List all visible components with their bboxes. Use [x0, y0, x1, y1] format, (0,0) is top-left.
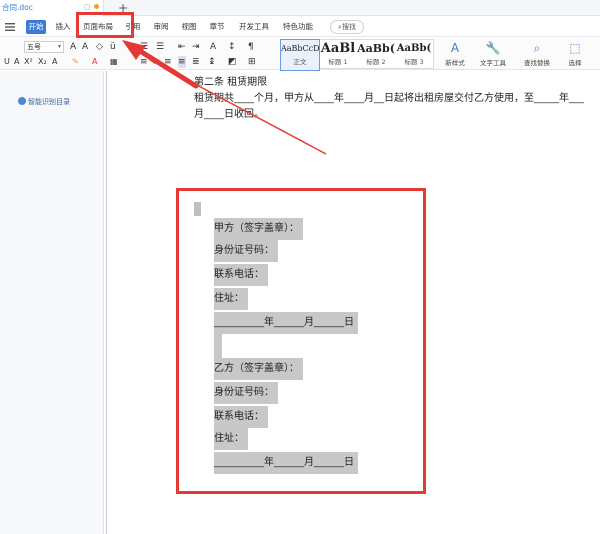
align-left-icon[interactable]: ≡ — [140, 56, 148, 68]
tab-insert[interactable]: 插入 — [54, 20, 72, 34]
tab-developer[interactable]: 开发工具 — [238, 20, 270, 34]
subscript-icon[interactable]: X₂ — [38, 56, 47, 68]
text-effect-icon[interactable]: A — [52, 56, 57, 68]
new-style-label: 新样式 — [445, 59, 465, 67]
clear-format-icon[interactable]: ◇ — [96, 41, 103, 53]
justify-icon[interactable]: ≡ — [178, 56, 186, 68]
cursor-icon: ⬚ — [569, 41, 581, 55]
ribbon-toolbar: 五号 ▾ A A ◇ ü U A X² X₂ A ✎ A ▦ ☰ ☰ ⇤ ⇥ A… — [0, 38, 600, 71]
style-heading-3[interactable]: AaBb( 标题 3 — [395, 40, 433, 70]
tab-chapter[interactable]: 章节 — [208, 20, 226, 34]
style-gallery: AaBbCcDd 正文 AaBl 标题 1 AaBb( 标题 2 AaBb( 标… — [280, 39, 434, 71]
style-preview: AaBbCcDd — [281, 44, 319, 53]
smart-toc-button[interactable]: 智能识别目录 — [18, 97, 70, 107]
document-tab-label: 合同.doc — [2, 3, 33, 12]
align-right-icon[interactable]: ≡ — [164, 56, 172, 68]
shading-icon[interactable]: ◩ — [228, 56, 237, 68]
text-tools-label: 文字工具 — [480, 59, 506, 67]
highlight-icon[interactable]: ✎ — [72, 56, 79, 68]
find-replace-label: 查找替换 — [524, 59, 550, 67]
style-name: 标题 1 — [328, 58, 348, 66]
select-label: 选择 — [568, 59, 582, 67]
shrink-font-icon[interactable]: A — [82, 41, 88, 53]
doc-line-lease-term-body: 租赁期共____个月，甲方从____年____月__日起将出租房屋交付乙方使用，… — [194, 93, 584, 104]
new-style-button[interactable]: A 新样式 — [436, 39, 474, 69]
style-preview: AaBb( — [357, 42, 395, 55]
style-name: 正文 — [293, 58, 307, 66]
style-preview: AaBl — [320, 41, 356, 56]
style-heading-1[interactable]: AaBl 标题 1 — [319, 40, 357, 70]
font-color-icon[interactable]: A — [92, 56, 97, 68]
navigation-pane: 智能识别目录 — [0, 71, 104, 534]
search-button[interactable]: ⌕搜找 — [330, 20, 364, 34]
doc-line-lease-term-end: 月____日收回。 — [194, 109, 264, 120]
page-margin-line — [106, 71, 107, 534]
numbered-list-icon[interactable]: ☰ — [156, 41, 164, 53]
sort-icon[interactable]: ↕ — [228, 41, 236, 53]
find-replace-button[interactable]: ⌕ 查找替换 — [518, 39, 556, 69]
style-normal[interactable]: AaBbCcDd 正文 — [280, 39, 320, 71]
search-label: 搜找 — [341, 23, 356, 31]
show-marks-icon[interactable]: ¶ — [248, 41, 254, 53]
align-center-icon[interactable]: ≡ — [152, 56, 160, 68]
chinese-layout-icon[interactable]: A — [210, 41, 216, 53]
borders-icon[interactable]: ⊞ — [248, 56, 256, 68]
grow-font-icon[interactable]: A — [70, 41, 76, 53]
char-border-icon[interactable]: ▦ — [110, 56, 118, 68]
smart-toc-label: 智能识别目录 — [28, 98, 70, 106]
chevron-down-icon: ▾ — [57, 43, 61, 50]
distributed-icon[interactable]: ≣ — [192, 56, 200, 68]
font-size-value: 五号 — [27, 43, 41, 51]
tab-home[interactable]: 开始 — [26, 20, 46, 34]
style-name: 标题 2 — [366, 58, 386, 66]
strikethrough-icon[interactable]: A — [14, 56, 19, 68]
phonetic-icon[interactable]: ü — [110, 41, 116, 53]
text-tools-button[interactable]: 🔧 文字工具 — [474, 39, 512, 69]
chat-icon: ▢ — [84, 3, 91, 11]
underline-icon[interactable]: U — [4, 56, 10, 68]
style-preview: AaBb( — [396, 43, 432, 54]
bullet-list-icon[interactable]: ☰ — [140, 41, 148, 53]
page-layout-highlight-box — [76, 12, 134, 38]
tab-status-icons: ▢ — [84, 3, 99, 11]
line-spacing-icon[interactable]: ↨ — [208, 56, 216, 68]
tab-view[interactable]: 视图 — [180, 20, 198, 34]
superscript-icon[interactable]: X² — [24, 56, 33, 68]
increase-indent-icon[interactable]: ⇥ — [192, 41, 200, 53]
wrench-icon: 🔧 — [485, 41, 501, 55]
tab-review[interactable]: 审阅 — [152, 20, 170, 34]
font-size-select[interactable]: 五号 ▾ — [24, 41, 64, 53]
unsaved-dot-icon — [93, 4, 99, 9]
app-menu-icon[interactable] — [4, 21, 16, 33]
tab-special[interactable]: 特色功能 — [282, 20, 314, 34]
doc-line-lease-term-heading: 第二条 租赁期限 — [194, 77, 268, 88]
select-button[interactable]: ⬚ 选择 — [556, 39, 594, 69]
style-heading-2[interactable]: AaBb( 标题 2 — [357, 40, 395, 70]
magnifier-icon: ⌕ — [533, 41, 541, 55]
toc-icon — [18, 97, 26, 105]
new-style-icon: A — [450, 41, 460, 55]
signature-highlight-box — [176, 188, 426, 494]
decrease-indent-icon[interactable]: ⇤ — [178, 41, 186, 53]
style-name: 标题 3 — [404, 58, 424, 66]
